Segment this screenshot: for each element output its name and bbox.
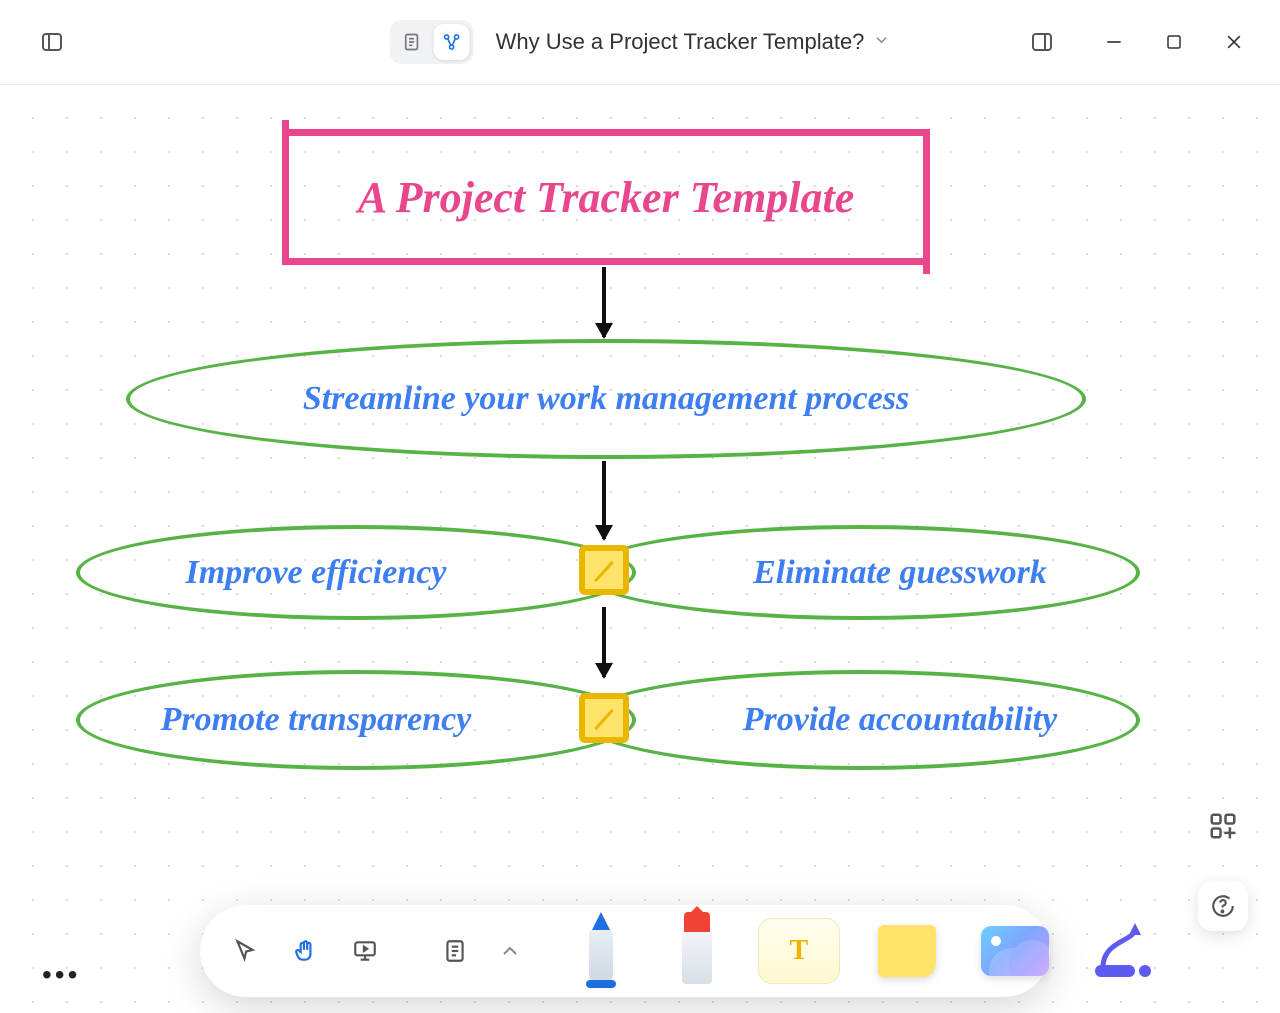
node-transparency[interactable]: Promote transparency: [76, 670, 636, 770]
text-icon: T: [790, 935, 809, 967]
pen-icon: [581, 912, 621, 990]
window-minimize-button[interactable]: [1100, 28, 1128, 56]
arrow-2: [602, 461, 606, 539]
diagram: A Project Tracker Template Streamline yo…: [4, 85, 1276, 1009]
arrow-1: [602, 267, 606, 337]
pointer-icon: [232, 938, 258, 964]
diagram-title-node[interactable]: A Project Tracker Template: [282, 129, 930, 265]
note-icon: [442, 938, 468, 964]
shapes-add-icon: [1208, 811, 1238, 841]
view-mode-switch: [390, 20, 474, 64]
document-icon: [402, 32, 422, 52]
window-close-button[interactable]: [1220, 28, 1248, 56]
window-maximize-button[interactable]: [1160, 28, 1188, 56]
mindmap-mode-button[interactable]: [434, 24, 470, 60]
eraser-tool-button[interactable]: [662, 916, 732, 986]
whiteboard-canvas[interactable]: A Project Tracker Template Streamline yo…: [4, 85, 1276, 1009]
node-streamline-text: Streamline your work management process: [303, 380, 909, 418]
node-transparency-text: Promote transparency: [161, 701, 472, 739]
pen-tool-button[interactable]: [566, 916, 636, 986]
help-button[interactable]: [1198, 881, 1248, 931]
chevron-down-icon: [872, 29, 890, 55]
note-outline-button[interactable]: [432, 928, 478, 974]
split-view-icon: [1030, 30, 1054, 54]
image-icon: [981, 926, 1049, 976]
help-icon: [1210, 893, 1236, 919]
node-efficiency[interactable]: Improve efficiency: [76, 525, 636, 620]
eraser-icon: [677, 912, 717, 990]
node-eliminate[interactable]: Eliminate guesswork: [580, 525, 1140, 620]
note-expand-button[interactable]: [498, 928, 522, 974]
outline-mode-button[interactable]: [394, 24, 430, 60]
image-tool-button[interactable]: [974, 918, 1056, 984]
more-options-button[interactable]: •••: [42, 959, 80, 991]
connector-tool-button[interactable]: [1082, 918, 1164, 984]
node-efficiency-text: Improve efficiency: [186, 554, 447, 592]
shapes-panel-button[interactable]: [1198, 801, 1248, 851]
node-streamline[interactable]: Streamline your work management process: [126, 339, 1086, 459]
text-tool-button[interactable]: T: [758, 918, 840, 984]
arrow-3: [602, 607, 606, 677]
document-title-dropdown[interactable]: Why Use a Project Tracker Template?: [496, 29, 891, 55]
chevron-up-icon: [498, 938, 522, 964]
document-title-text: Why Use a Project Tracker Template?: [496, 29, 865, 55]
hand-tool-button[interactable]: [282, 928, 328, 974]
close-icon: [1224, 32, 1244, 52]
sidebar-toggle-button[interactable]: [32, 22, 72, 62]
split-view-button[interactable]: [1022, 22, 1062, 62]
minimize-icon: [1104, 32, 1124, 52]
presentation-icon: [352, 938, 378, 964]
junction-token-1[interactable]: [579, 545, 629, 595]
node-accountability-text: Provide accountability: [743, 701, 1057, 739]
junction-token-2[interactable]: [579, 693, 629, 743]
more-icon: •••: [42, 959, 80, 990]
maximize-icon: [1165, 33, 1183, 51]
hand-icon: [292, 938, 318, 964]
pointer-tool-button[interactable]: [222, 928, 268, 974]
sidebar-icon: [40, 30, 64, 54]
diagram-title-text: A Project Tracker Template: [358, 172, 855, 223]
sticky-note-icon: [878, 925, 936, 977]
connector-icon: [1091, 921, 1155, 981]
bottom-toolbar: T: [200, 905, 1050, 997]
node-accountability[interactable]: Provide accountability: [580, 670, 1140, 770]
top-bar: Why Use a Project Tracker Template?: [0, 0, 1280, 85]
sticky-note-tool-button[interactable]: [866, 918, 948, 984]
node-eliminate-text: Eliminate guesswork: [753, 554, 1047, 592]
present-tool-button[interactable]: [342, 928, 388, 974]
mindmap-icon: [442, 32, 462, 52]
